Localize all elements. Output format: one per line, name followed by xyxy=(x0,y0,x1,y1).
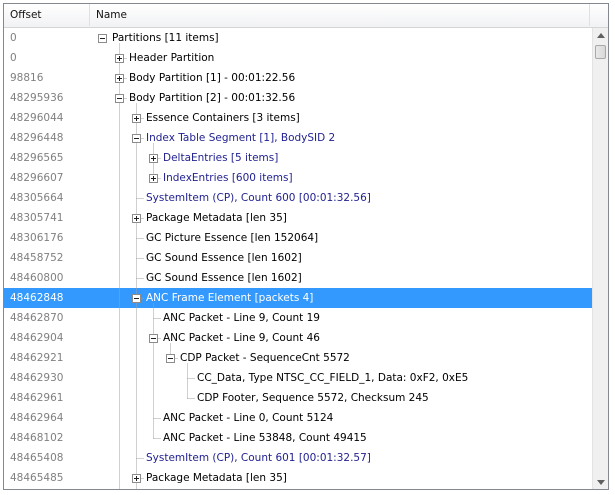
row-label: SystemItem (CP), Count 600 [00:01:32.56] xyxy=(146,192,371,204)
tree-row[interactable]: 48462964 ANC Packet - Line 0, Count 5124 xyxy=(4,408,592,428)
collapse-icon[interactable] xyxy=(132,294,141,303)
tree-row[interactable]: 48305664 SystemItem (CP), Count 600 [00:0… xyxy=(4,188,592,208)
row-offset: 48296607 xyxy=(10,172,64,184)
row-offset: 48462921 xyxy=(10,352,64,364)
row-offset: 48465485 xyxy=(10,472,64,484)
collapse-icon[interactable] xyxy=(149,334,158,343)
row-offset: 48305664 xyxy=(10,192,64,204)
row-label: Body Partition [2] - 00:01:32.56 xyxy=(129,92,296,104)
row-offset: 48468102 xyxy=(10,432,64,444)
row-offset: 98816 xyxy=(10,72,44,84)
row-offset: 48462961 xyxy=(10,392,64,404)
row-label: ANC Packet - Line 9, Count 46 xyxy=(163,332,320,344)
row-offset: 0 xyxy=(10,32,17,44)
scroll-down-button[interactable] xyxy=(593,474,608,489)
row-label: Partitions [11 items] xyxy=(112,32,219,44)
row-offset: 0 xyxy=(10,52,17,64)
row-label: GC Sound Essence [len 1602] xyxy=(146,252,302,264)
expand-icon[interactable] xyxy=(149,154,158,163)
row-offset: 48305741 xyxy=(10,212,64,224)
arrow-down-icon xyxy=(597,480,605,485)
tree-row[interactable]: 48462961 CDP Footer, Sequence 5572, Check… xyxy=(4,388,592,408)
tree-row[interactable]: 48305741 Package Metadata [len 35] xyxy=(4,208,592,228)
arrow-up-icon xyxy=(597,33,605,38)
column-header-name[interactable]: Name xyxy=(90,4,590,26)
expand-icon[interactable] xyxy=(132,114,141,123)
tree-rows: 0 Partitions [11 items] 0 Header Partition 9… xyxy=(4,28,592,489)
tree-row[interactable]: 48462848 ANC Frame Element [packets 4] xyxy=(4,288,592,308)
row-offset: 48460800 xyxy=(10,272,64,284)
tree-row[interactable]: 0 Partitions [11 items] xyxy=(4,28,592,48)
tree-row[interactable]: 48468102 ANC Packet - Line 53848, Count 4… xyxy=(4,428,592,448)
scroll-up-button[interactable] xyxy=(593,28,608,44)
row-offset: 48296565 xyxy=(10,152,64,164)
row-label: Package Metadata [len 35] xyxy=(146,212,287,224)
expand-icon[interactable] xyxy=(132,214,141,223)
tree-list-view[interactable]: Offset Name 0 Partitions [11 items] 0 Heade… xyxy=(3,3,609,490)
tree-row[interactable]: 48295936 Body Partition [2] - 00:01:32.56 xyxy=(4,88,592,108)
row-label: DeltaEntries [5 items] xyxy=(163,152,279,164)
collapse-icon[interactable] xyxy=(132,134,141,143)
collapse-icon[interactable] xyxy=(115,94,124,103)
row-label: CDP Footer, Sequence 5572, Checksum 245 xyxy=(197,392,429,404)
row-label: ANC Packet - Line 0, Count 5124 xyxy=(163,412,334,424)
row-label: GC Picture Essence [len 152064] xyxy=(146,232,319,244)
tree-row[interactable]: 48462870 ANC Packet - Line 9, Count 19 xyxy=(4,308,592,328)
column-header: Offset Name xyxy=(4,4,608,28)
row-offset: 48296044 xyxy=(10,112,64,124)
row-label: CDP Packet - SequenceCnt 5572 xyxy=(180,352,350,364)
tree-row[interactable]: 48458752 GC Sound Essence [len 1602] xyxy=(4,248,592,268)
row-offset: 48462870 xyxy=(10,312,64,324)
tree-row[interactable]: 48296448 Index Table Segment [1], BodySID… xyxy=(4,128,592,148)
expand-icon[interactable] xyxy=(115,74,124,83)
expand-icon[interactable] xyxy=(115,54,124,63)
row-offset: 48462930 xyxy=(10,372,64,384)
row-offset: 48296448 xyxy=(10,132,64,144)
row-label: Header Partition xyxy=(129,52,215,64)
row-label: SystemItem (CP), Count 601 [00:01:32.57] xyxy=(146,452,371,464)
row-label: GC Sound Essence [len 1602] xyxy=(146,272,302,284)
tree-row[interactable]: 48306176 GC Picture Essence [len 152064] xyxy=(4,228,592,248)
tree-row[interactable]: 48465408 SystemItem (CP), Count 601 [00:0… xyxy=(4,448,592,468)
row-offset: 48465408 xyxy=(10,452,64,464)
vertical-scrollbar[interactable] xyxy=(592,28,608,489)
row-label: Index Table Segment [1], BodySID 2 xyxy=(146,132,336,144)
row-label: IndexEntries [600 items] xyxy=(163,172,293,184)
expand-icon[interactable] xyxy=(132,474,141,483)
tree-row[interactable]: 48462930 CC_Data, Type NTSC_CC_FIELD_1, D… xyxy=(4,368,592,388)
row-offset: 48462904 xyxy=(10,332,64,344)
row-offset: 48462964 xyxy=(10,412,64,424)
row-offset: 48458752 xyxy=(10,252,64,264)
row-offset: 48462848 xyxy=(10,292,64,304)
row-label: ANC Packet - Line 53848, Count 49415 xyxy=(163,432,367,444)
tree-row[interactable]: 98816 Body Partition [1] - 00:01:22.56 xyxy=(4,68,592,88)
tree-row[interactable]: 48296044 Essence Containers [3 items] xyxy=(4,108,592,128)
tree-row[interactable]: 48460800 GC Sound Essence [len 1602] xyxy=(4,268,592,288)
collapse-icon[interactable] xyxy=(98,34,107,43)
row-label: ANC Frame Element [packets 4] xyxy=(146,292,314,304)
tree-row[interactable]: 48296565 DeltaEntries [5 items] xyxy=(4,148,592,168)
tree-row[interactable]: 48462921 CDP Packet - SequenceCnt 5572 xyxy=(4,348,592,368)
expand-icon[interactable] xyxy=(149,174,158,183)
row-label: Package Metadata [len 35] xyxy=(146,472,287,484)
row-label: Essence Containers [3 items] xyxy=(146,112,300,124)
row-offset: 48295936 xyxy=(10,92,64,104)
row-label: CC_Data, Type NTSC_CC_FIELD_1, Data: 0xF… xyxy=(197,372,469,384)
column-header-offset[interactable]: Offset xyxy=(4,4,90,26)
row-label: ANC Packet - Line 9, Count 19 xyxy=(163,312,320,324)
tree-row[interactable]: 48465485 Package Metadata [len 35] xyxy=(4,468,592,488)
collapse-icon[interactable] xyxy=(166,354,175,363)
tree-row[interactable]: 48296607 IndexEntries [600 items] xyxy=(4,168,592,188)
tree-row[interactable]: 0 Header Partition xyxy=(4,48,592,68)
row-label: Body Partition [1] - 00:01:22.56 xyxy=(129,72,296,84)
scroll-thumb[interactable] xyxy=(595,45,606,59)
row-offset: 48306176 xyxy=(10,232,64,244)
tree-row[interactable]: 48462904 ANC Packet - Line 9, Count 46 xyxy=(4,328,592,348)
